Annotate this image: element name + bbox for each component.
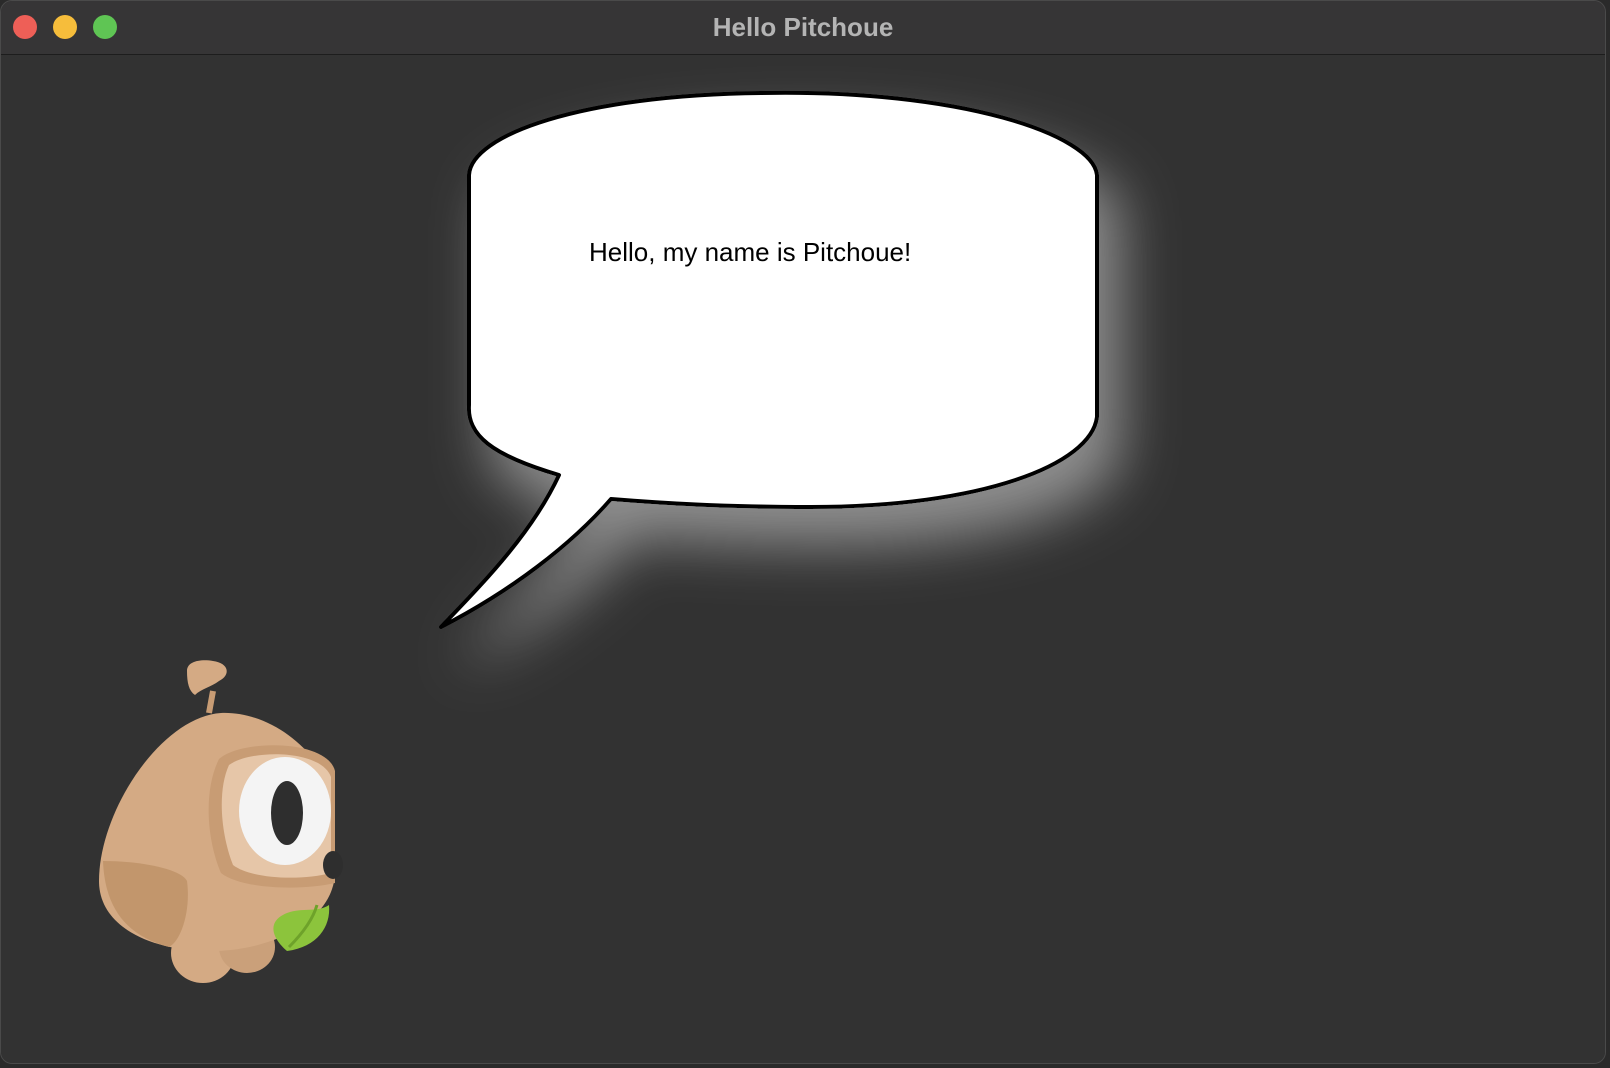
speech-bubble-shape — [439, 90, 1099, 629]
title-bar[interactable]: Hello Pitchoue — [1, 1, 1605, 55]
nose — [323, 851, 343, 879]
pitchoue-sloth-icon[interactable] — [91, 651, 351, 991]
main-canvas: Hello, my name is Pitchoue! — [1, 55, 1605, 1063]
app-window: Hello Pitchoue Hello, my name is Pitchou… — [0, 0, 1606, 1064]
window-title: Hello Pitchoue — [712, 12, 894, 42]
stem — [206, 690, 216, 714]
speech-bubble-text: Hello, my name is Pitchoue! — [589, 237, 912, 267]
body-shade — [103, 861, 188, 947]
eye-pupil — [271, 781, 303, 845]
head-sprout — [187, 660, 227, 695]
